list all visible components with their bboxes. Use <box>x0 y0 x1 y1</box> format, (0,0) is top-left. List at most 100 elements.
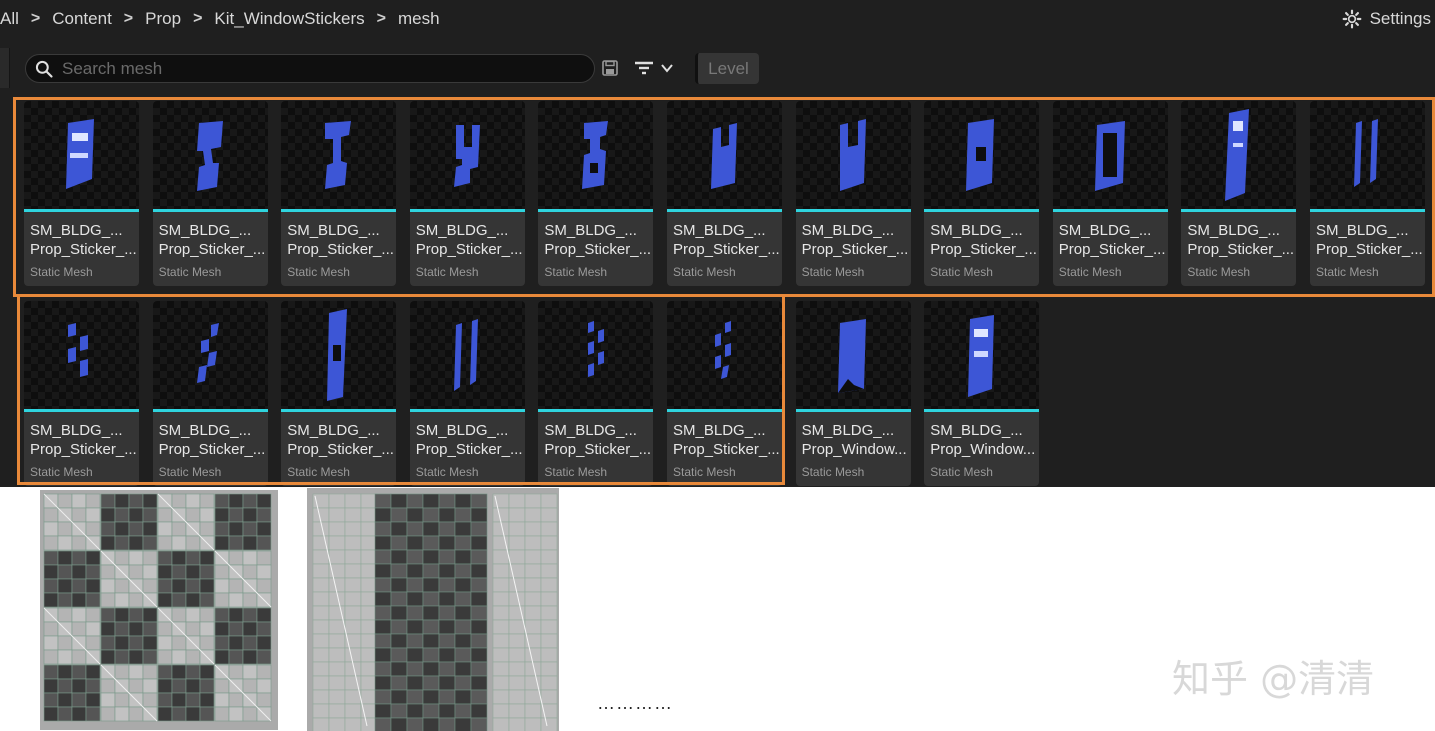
asset-type: Static Mesh <box>287 265 350 279</box>
uv-layout-checker-image <box>40 490 278 730</box>
asset-type-color-bar <box>1052 209 1168 212</box>
search-input[interactable] <box>62 58 562 79</box>
breadcrumb-mesh[interactable]: mesh <box>398 9 440 29</box>
mesh-thumbnail <box>795 101 911 209</box>
asset-type: Static Mesh <box>930 265 993 279</box>
asset-tile[interactable]: SM_BLDG_... Prop_Sticker_... Static Mesh <box>152 301 268 486</box>
mesh-thumbnail <box>24 301 139 409</box>
breadcrumb-prop[interactable]: Prop <box>145 9 181 29</box>
breadcrumb-kit-windowstickers[interactable]: Kit_WindowStickers <box>214 9 364 29</box>
asset-name: SM_BLDG_... Prop_Sticker_... <box>930 222 1037 258</box>
asset-name: SM_BLDG_... Prop_Sticker_... <box>801 222 909 258</box>
mesh-thumbnail <box>667 301 782 409</box>
asset-type: Static Mesh <box>930 465 993 479</box>
level-filter-chip[interactable]: Level <box>695 53 759 84</box>
asset-type-color-bar <box>667 209 782 212</box>
asset-type-color-bar <box>409 409 525 412</box>
settings-button[interactable]: Settings <box>1342 0 1431 38</box>
mesh-preview-icon <box>839 119 866 191</box>
asset-tile[interactable]: SM_BLDG_... Prop_Sticker_... Static Mesh <box>924 101 1040 286</box>
asset-tile[interactable]: SM_BLDG_... Prop_Sticker_... Static Mesh <box>538 301 654 486</box>
asset-name: SM_BLDG_... Prop_Sticker_... <box>287 222 394 258</box>
chevron-right-icon: > <box>30 10 41 27</box>
asset-name: SM_BLDG_... Prop_Window... <box>801 422 907 458</box>
mesh-thumbnail <box>1052 101 1168 209</box>
asset-type: Static Mesh <box>415 465 479 479</box>
asset-tile[interactable]: SM_BLDG_... Prop_Sticker_... Static Mesh <box>409 301 525 486</box>
asset-type-color-bar <box>24 209 139 212</box>
chevron-right-icon: > <box>123 10 134 27</box>
asset-tile[interactable]: SM_BLDG_... Prop_Sticker_... Static Mesh <box>1310 101 1425 286</box>
asset-tile[interactable]: SM_BLDG_... Prop_Sticker_... Static Mesh <box>1181 101 1297 286</box>
asset-tile[interactable]: SM_BLDG_... Prop_Window... Static Mesh <box>795 301 911 486</box>
asset-type-color-bar <box>924 409 1040 412</box>
asset-tile[interactable]: SM_BLDG_... Prop_Sticker_... Static Mesh <box>409 101 525 286</box>
asset-name: SM_BLDG_... Prop_Sticker_... <box>415 422 523 458</box>
asset-type-color-bar <box>1310 209 1425 212</box>
asset-type-color-bar <box>924 209 1040 212</box>
asset-name: SM_BLDG_... Prop_Sticker_... <box>544 422 652 458</box>
watermark: 知乎 @清清 <box>1172 657 1375 701</box>
search-icon <box>35 60 53 78</box>
asset-name: SM_BLDG_... Prop_Sticker_... <box>1058 222 1166 258</box>
mesh-preview-icon <box>1354 119 1378 187</box>
mesh-preview-icon <box>196 323 219 383</box>
asset-type: Static Mesh <box>158 265 222 279</box>
asset-name: SM_BLDG_... Prop_Sticker_... <box>673 222 780 258</box>
mesh-thumbnail <box>1181 101 1297 209</box>
asset-tile[interactable]: SM_BLDG_... Prop_Window... Static Mesh <box>924 301 1040 486</box>
asset-type-color-bar <box>409 209 525 212</box>
chevron-down-icon <box>661 64 673 73</box>
asset-type: Static Mesh <box>30 465 93 479</box>
ellipsis-text: ………… <box>597 693 673 713</box>
asset-tile[interactable]: SM_BLDG_... Prop_Sticker_... Static Mesh <box>152 101 268 286</box>
filter-button[interactable] <box>632 58 678 78</box>
asset-type: Static Mesh <box>1316 265 1379 279</box>
mesh-preview-icon <box>327 309 348 401</box>
asset-tile[interactable]: SM_BLDG_... Prop_Sticker_... Static Mesh <box>24 101 139 286</box>
asset-type-color-bar <box>1181 209 1297 212</box>
chevron-right-icon: > <box>193 10 203 27</box>
mesh-preview-icon <box>1094 121 1125 191</box>
mesh-preview-icon <box>196 121 223 191</box>
asset-tile[interactable]: SM_BLDG_... Prop_Sticker_... Static Mesh <box>281 301 397 486</box>
mesh-preview-icon <box>968 315 995 397</box>
breadcrumb-all[interactable]: All <box>0 9 19 29</box>
asset-name: SM_BLDG_... Prop_Sticker_... <box>30 222 137 258</box>
asset-type-color-bar <box>152 409 268 412</box>
mesh-thumbnail <box>24 101 139 209</box>
breadcrumb-content[interactable]: Content <box>52 9 112 29</box>
asset-type: Static Mesh <box>544 465 608 479</box>
asset-type-color-bar <box>538 409 654 412</box>
asset-type: Static Mesh <box>1187 265 1251 279</box>
asset-type-color-bar <box>667 409 782 412</box>
mesh-thumbnail <box>924 301 1040 409</box>
mesh-preview-icon <box>453 319 478 391</box>
asset-tile[interactable]: SM_BLDG_... Prop_Sticker_... Static Mesh <box>795 101 911 286</box>
asset-type-color-bar <box>24 409 139 412</box>
asset-type: Static Mesh <box>801 265 865 279</box>
mesh-thumbnail <box>538 301 654 409</box>
mesh-preview-icon <box>711 123 737 189</box>
mesh-thumbnail <box>281 301 397 409</box>
asset-tile[interactable]: SM_BLDG_... Prop_Sticker_... Static Mesh <box>667 301 782 486</box>
save-icon[interactable] <box>600 58 620 78</box>
asset-type: Static Mesh <box>287 465 350 479</box>
asset-tile[interactable]: SM_BLDG_... Prop_Sticker_... Static Mesh <box>538 101 654 286</box>
mesh-preview-icon <box>588 321 605 377</box>
mesh-thumbnail <box>795 301 911 409</box>
asset-name: SM_BLDG_... Prop_Window... <box>930 422 1036 458</box>
asset-tile[interactable]: SM_BLDG_... Prop_Sticker_... Static Mesh <box>281 101 397 286</box>
asset-tile[interactable]: SM_BLDG_... Prop_Sticker_... Static Mesh <box>667 101 782 286</box>
asset-type-color-bar <box>795 409 911 412</box>
mesh-thumbnail <box>1310 101 1425 209</box>
asset-name: SM_BLDG_... Prop_Sticker_... <box>158 222 266 258</box>
asset-tile[interactable]: SM_BLDG_... Prop_Sticker_... Static Mesh <box>1052 101 1168 286</box>
asset-tile[interactable]: SM_BLDG_... Prop_Sticker_... Static Mesh <box>24 301 139 486</box>
mesh-preview-icon <box>966 119 995 191</box>
asset-type-color-bar <box>281 409 397 412</box>
mesh-thumbnail <box>924 101 1040 209</box>
asset-name: SM_BLDG_... Prop_Sticker_... <box>415 222 523 258</box>
toolbar: Level <box>0 48 1435 88</box>
asset-name: SM_BLDG_... Prop_Sticker_... <box>287 422 394 458</box>
